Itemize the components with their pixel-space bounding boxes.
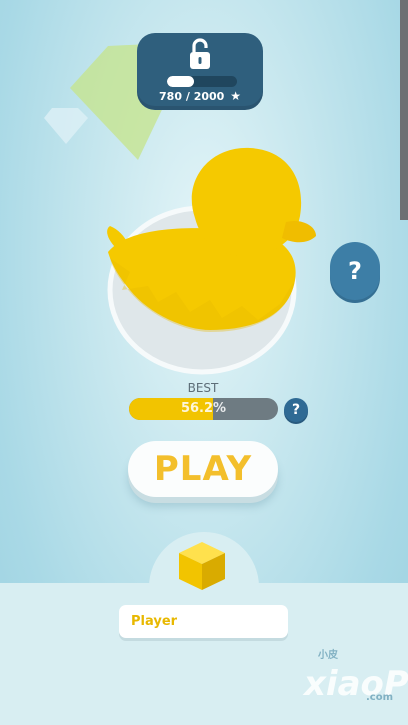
best-label: BEST <box>187 381 219 395</box>
unlock-progress-bar <box>167 76 237 87</box>
unlock-separator: / <box>185 90 190 103</box>
help-button-label: ? <box>348 257 362 285</box>
unlock-count: 780 / 2000 ★ <box>137 89 263 103</box>
unlock-current: 780 <box>159 90 182 103</box>
gem-shape-small <box>44 108 88 144</box>
duck-tail <box>107 226 130 250</box>
duck-head <box>191 147 302 257</box>
watermark-domain: .com <box>366 692 394 703</box>
best-percent: 56.2% <box>180 401 227 416</box>
watermark-small-text: 小皮 <box>318 650 338 661</box>
question-mark-icon: ? <box>291 402 301 418</box>
watermark-logo: 小皮 xiaoPi .com <box>300 648 408 718</box>
star-icon: ★ <box>230 89 241 103</box>
yellow-cube-icon[interactable] <box>175 538 229 592</box>
unlock-total: 2000 <box>193 90 225 103</box>
best-progress-bar: 56.2% <box>129 398 278 420</box>
window-edge <box>400 0 408 220</box>
unlocked-padlock-icon <box>190 38 210 69</box>
player-name-value: Player <box>131 614 178 629</box>
duck-in-egg-character <box>107 147 316 375</box>
unlock-progress-badge[interactable]: 780 / 2000 ★ <box>137 33 263 106</box>
player-name-field[interactable]: Player <box>119 605 288 638</box>
play-button[interactable]: PLAY <box>128 441 278 497</box>
unlock-progress-fill <box>167 76 195 87</box>
best-help-button[interactable]: ? <box>284 398 308 422</box>
duck-beak <box>282 220 316 243</box>
help-button[interactable]: ? <box>330 242 380 300</box>
